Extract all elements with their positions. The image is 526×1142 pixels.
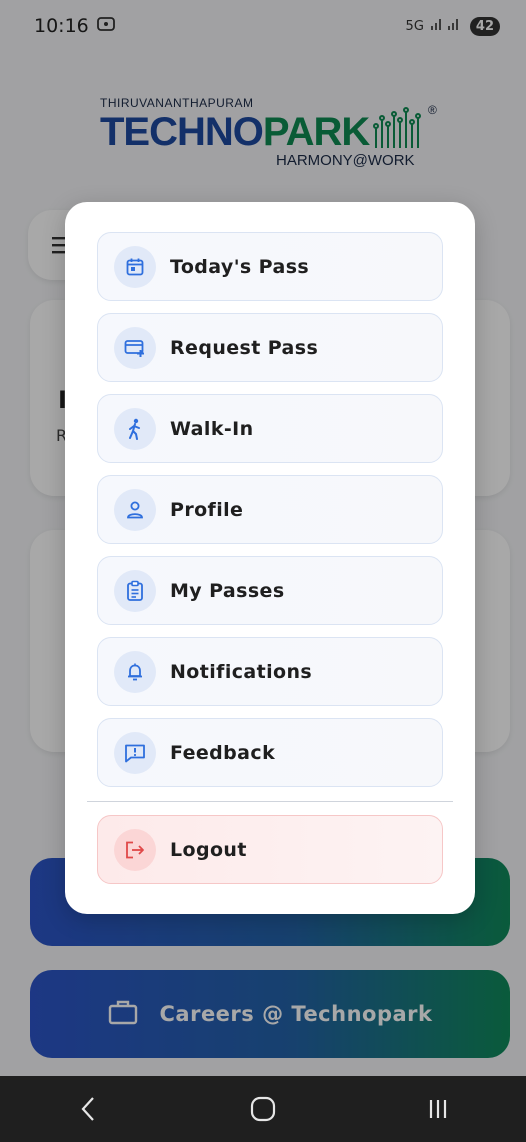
- bell-icon: [114, 650, 156, 693]
- home-icon: [250, 1096, 276, 1122]
- home-button[interactable]: [233, 1089, 293, 1129]
- logout-button[interactable]: Logout: [97, 815, 443, 884]
- person-icon: [114, 488, 156, 531]
- menu-item-label: Walk-In: [170, 417, 254, 440]
- recent-apps-button[interactable]: [408, 1089, 468, 1129]
- menu-item-label: My Passes: [170, 579, 285, 602]
- menu-item-label: Notifications: [170, 660, 313, 683]
- menu-item-feedback[interactable]: Feedback: [97, 718, 443, 787]
- menu-item-walk-in[interactable]: Walk-In: [97, 394, 443, 463]
- logout-icon: [114, 828, 156, 871]
- back-icon: [81, 1097, 94, 1121]
- menu-item-my-passes[interactable]: My Passes: [97, 556, 443, 625]
- card-add-icon: [114, 326, 156, 369]
- menu-item-profile[interactable]: Profile: [97, 475, 443, 544]
- menu-item-request-pass[interactable]: Request Pass: [97, 313, 443, 382]
- menu-item-label: Today's Pass: [170, 255, 310, 278]
- navigation-menu: Today's Pass Request Pass Walk-In Profil…: [65, 202, 475, 914]
- menu-item-label: Profile: [170, 498, 244, 521]
- feedback-icon: [114, 731, 156, 774]
- recent-apps-icon: [430, 1100, 447, 1118]
- clipboard-icon: [114, 569, 156, 612]
- menu-divider: [87, 801, 453, 802]
- menu-item-label: Request Pass: [170, 336, 319, 359]
- logout-label: Logout: [170, 838, 247, 861]
- menu-item-notifications[interactable]: Notifications: [97, 637, 443, 706]
- menu-item-todays-pass[interactable]: Today's Pass: [97, 232, 443, 301]
- walking-icon: [114, 407, 156, 450]
- menu-item-label: Feedback: [170, 741, 276, 764]
- calendar-icon: [114, 245, 156, 288]
- back-button[interactable]: [58, 1089, 118, 1129]
- system-navigation-bar: [0, 1076, 526, 1142]
